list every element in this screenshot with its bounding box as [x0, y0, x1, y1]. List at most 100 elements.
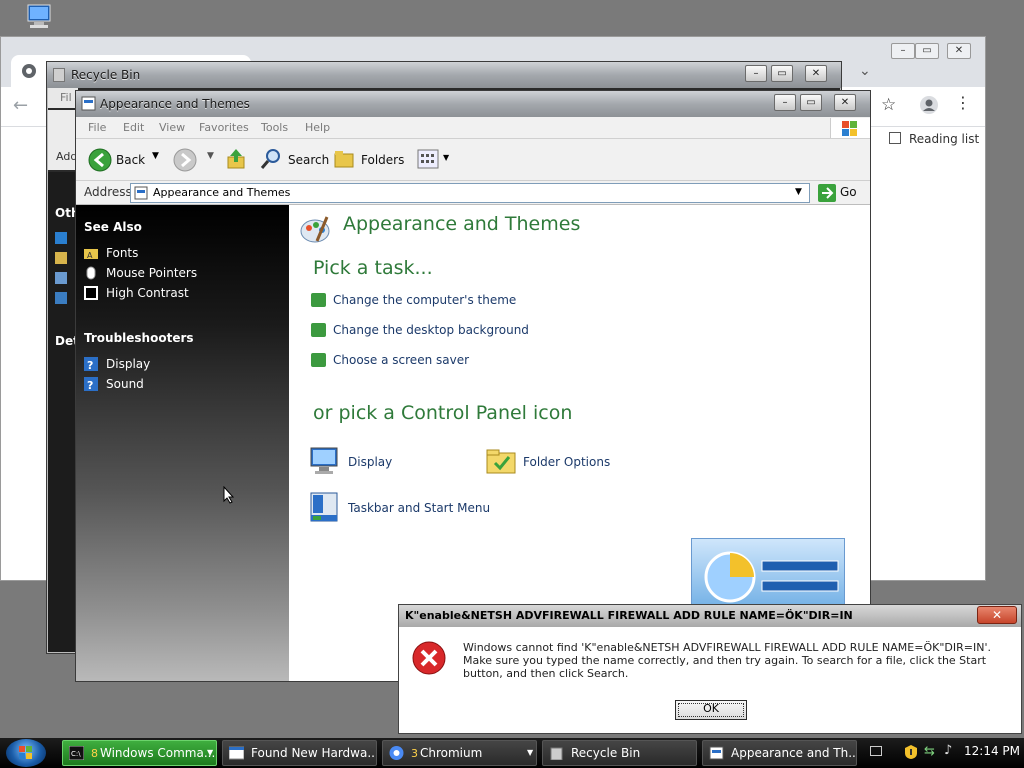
search-icon[interactable]: [260, 148, 282, 170]
taskbar-chromium[interactable]: 3 Chromium ▼: [382, 740, 537, 766]
task-choose-screen-saver[interactable]: Choose a screen saver: [311, 351, 469, 369]
taskbar-found-new-hardware[interactable]: Found New Hardwa...: [222, 740, 377, 766]
taskbar-clock[interactable]: 12:14 PM: [964, 744, 1020, 758]
bookmark-star-icon[interactable]: ☆: [881, 95, 896, 115]
task-sidebar: See Also A Fonts Mouse Pointers High Con…: [76, 205, 289, 681]
address-input[interactable]: Appearance and Themes ▼: [130, 183, 810, 203]
ok-button[interactable]: OK: [675, 700, 747, 720]
security-shield-icon[interactable]: [904, 744, 918, 760]
task-arrow-icon: [311, 293, 326, 307]
windows-logo-icon: [19, 746, 32, 759]
appearance-minimize-button[interactable]: –: [774, 94, 796, 111]
keyboard-tray-icon[interactable]: [870, 746, 882, 756]
address-dropdown-icon[interactable]: ▼: [795, 187, 802, 197]
sidebar-item-fonts[interactable]: A Fonts: [84, 244, 138, 262]
views-dropdown-icon[interactable]: ▼: [443, 153, 449, 162]
mouse-icon: [86, 266, 96, 280]
folders-icon[interactable]: [334, 149, 356, 169]
sidebar-item-label: Mouse Pointers: [106, 266, 198, 280]
menu-help[interactable]: Help: [305, 120, 330, 136]
appearance-close-button[interactable]: ✕: [834, 94, 856, 111]
content-heading: Appearance and Themes: [343, 213, 581, 235]
up-folder-icon[interactable]: [226, 148, 248, 170]
appearance-palette-icon: [300, 216, 330, 243]
search-button[interactable]: Search: [288, 151, 329, 169]
recycle-menubar: Fil: [48, 88, 78, 108]
recycle-place-icon: [55, 272, 67, 284]
high-contrast-icon: [84, 286, 98, 300]
error-dialog-titlebar[interactable]: K"enable&NETSH ADVFIREWALL FIREWALL ADD …: [399, 605, 1021, 627]
recycle-bin-title: Recycle Bin: [71, 68, 141, 82]
recycle-file-menu[interactable]: Fil: [60, 91, 72, 104]
recycle-close-button[interactable]: ✕: [805, 65, 827, 82]
menu-favorites[interactable]: Favorites: [199, 120, 249, 136]
tab-search-chevron-icon[interactable]: ⌄: [859, 63, 871, 79]
recycle-bin-titlebar[interactable]: Recycle Bin – ▭ ✕: [47, 62, 841, 88]
taskbar-dropdown-icon: ▼: [527, 748, 534, 757]
error-icon: [412, 641, 446, 675]
sidebar-item-sound[interactable]: ? Sound: [84, 375, 144, 393]
task-change-theme[interactable]: Change the computer's theme: [311, 291, 516, 309]
address-label: Address: [84, 185, 132, 199]
task-label: Change the desktop background: [333, 323, 529, 337]
menu-edit[interactable]: Edit: [123, 120, 144, 136]
error-dialog-close-button[interactable]: ✕: [977, 606, 1017, 624]
appearance-menubar: File Edit View Favorites Tools Help: [76, 117, 870, 139]
taskbar-item-label: Found New Hardwa...: [251, 746, 377, 760]
menu-view[interactable]: View: [159, 120, 185, 136]
task-arrow-icon: [311, 353, 326, 367]
back-arrow-icon[interactable]: [88, 148, 112, 172]
profile-avatar-icon[interactable]: [919, 95, 939, 115]
taskbar-start-menu-icon: [310, 492, 338, 522]
chromium-icon: [389, 746, 404, 760]
sidebar-item-display[interactable]: ? Display: [84, 355, 150, 373]
start-button[interactable]: [6, 739, 46, 767]
desktop-computer-icon[interactable]: [24, 2, 54, 32]
back-dropdown-icon[interactable]: ▼: [152, 151, 159, 161]
cp-icon-taskbar-start-menu[interactable]: Taskbar and Start Menu: [309, 491, 509, 525]
chromium-maximize-button[interactable]: ▭: [915, 43, 939, 59]
chromium-menu-icon[interactable]: ⋮: [955, 93, 971, 112]
appearance-toolbar: Back ▼ ▼ Search Folders ▼: [76, 139, 870, 181]
appearance-maximize-button[interactable]: ▭: [800, 94, 822, 111]
task-label: Choose a screen saver: [333, 353, 470, 367]
taskbar-recycle-bin[interactable]: Recycle Bin: [542, 740, 697, 766]
chromium-close-button[interactable]: ✕: [947, 43, 971, 59]
recycle-bin-icon: [550, 747, 563, 760]
views-icon[interactable]: [417, 149, 439, 169]
recycle-minimize-button[interactable]: –: [745, 65, 767, 82]
appearance-titlebar[interactable]: Appearance and Themes – ▭ ✕: [76, 91, 870, 117]
sidebar-item-high-contrast[interactable]: High Contrast: [84, 284, 189, 302]
volume-tray-icon[interactable]: ♪: [944, 743, 952, 758]
cp-icon-folder-options[interactable]: Folder Options: [485, 445, 645, 479]
recycle-maximize-button[interactable]: ▭: [771, 65, 793, 82]
reading-list-button[interactable]: Reading list: [889, 129, 979, 149]
taskbar-windows-command[interactable]: C:\ 8 Windows Comma... ▼: [62, 740, 217, 766]
display-monitor-icon: [310, 447, 338, 474]
network-tray-icon[interactable]: ⇆: [924, 744, 935, 759]
taskbar-item-label: Chromium: [420, 746, 483, 760]
appearance-themes-window: Appearance and Themes – ▭ ✕ File Edit Vi…: [75, 90, 871, 682]
folders-button[interactable]: Folders: [361, 151, 404, 169]
task-change-desktop-background[interactable]: Change the desktop background: [311, 321, 529, 339]
go-arrow-icon[interactable]: [818, 184, 836, 202]
svg-text:?: ?: [87, 379, 93, 391]
address-bar: Address Appearance and Themes ▼ Go: [76, 181, 870, 205]
forward-dropdown-icon[interactable]: ▼: [207, 151, 214, 161]
sidebar-item-label: Sound: [106, 377, 144, 391]
menu-tools[interactable]: Tools: [261, 120, 288, 136]
recycle-sidebar: Oth Det: [48, 172, 79, 652]
mouse-cursor-icon: [223, 486, 235, 504]
cp-icon-display[interactable]: Display: [309, 445, 469, 479]
taskbar-appearance-themes[interactable]: Appearance and Th...: [702, 740, 857, 766]
forward-arrow-icon[interactable]: [173, 148, 197, 172]
chromium-minimize-button[interactable]: –: [891, 43, 915, 59]
back-button[interactable]: Back: [116, 151, 145, 169]
menu-file[interactable]: File: [88, 120, 106, 136]
task-label: Change the computer's theme: [333, 293, 517, 307]
see-also-heading: See Also: [84, 220, 142, 234]
sidebar-item-mouse-pointers[interactable]: Mouse Pointers: [84, 264, 197, 282]
back-arrow-icon[interactable]: ←: [13, 95, 28, 116]
reading-list-label: Reading list: [909, 132, 980, 146]
go-button[interactable]: Go: [840, 185, 857, 199]
